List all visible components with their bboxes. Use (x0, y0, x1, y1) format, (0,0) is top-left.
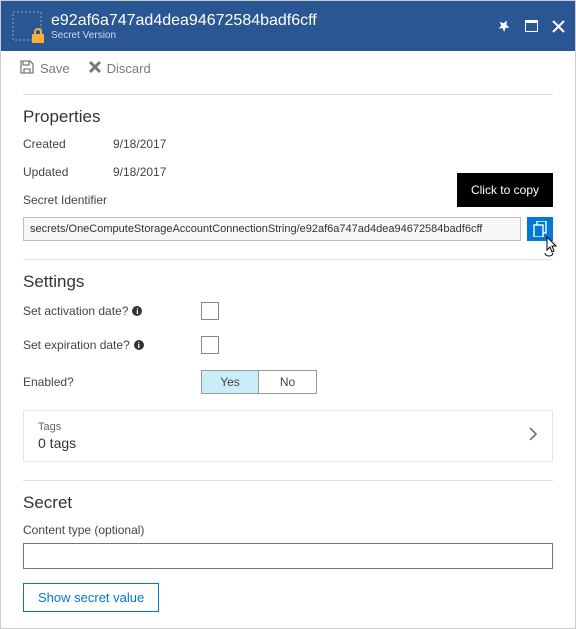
secret-identifier-input[interactable] (23, 217, 521, 241)
created-value: 9/18/2017 (113, 137, 166, 151)
copy-button[interactable] (527, 217, 553, 241)
discard-button[interactable]: Discard (88, 60, 151, 77)
activation-date-checkbox[interactable] (201, 302, 219, 320)
secret-heading: Secret (23, 493, 553, 513)
enabled-label: Enabled? (23, 375, 74, 389)
pin-icon[interactable] (497, 19, 511, 33)
discard-label: Discard (107, 61, 151, 76)
tags-label: Tags (38, 421, 76, 433)
blade-header: e92af6a747ad4dea94672584badf6cff Secret … (1, 1, 575, 51)
discard-icon (88, 60, 102, 77)
expiration-date-checkbox[interactable] (201, 336, 219, 354)
tags-count: 0 tags (38, 435, 76, 451)
settings-heading: Settings (23, 272, 553, 292)
blade-subtitle: Secret Version (51, 30, 497, 41)
command-bar: Save Discard (1, 51, 575, 86)
expiration-date-label: Set expiration date? (23, 338, 130, 352)
save-icon (19, 59, 35, 78)
divider (23, 480, 553, 481)
enabled-toggle: Yes No (201, 370, 317, 394)
activation-date-label: Set activation date? (23, 304, 128, 318)
divider (23, 94, 553, 95)
copy-icon (533, 221, 547, 237)
save-label: Save (40, 61, 70, 76)
updated-label: Updated (23, 165, 113, 179)
show-secret-button[interactable]: Show secret value (23, 583, 159, 612)
tags-card[interactable]: Tags 0 tags (23, 410, 553, 462)
info-icon[interactable]: i (132, 306, 142, 316)
info-icon[interactable]: i (134, 340, 144, 350)
divider (23, 259, 553, 260)
maximize-icon[interactable] (525, 20, 538, 32)
enabled-no-button[interactable]: No (259, 370, 317, 394)
blade-title: e92af6a747ad4dea94672584badf6cff (51, 11, 497, 30)
secret-icon (11, 10, 43, 42)
properties-heading: Properties (23, 107, 553, 127)
close-icon[interactable] (552, 20, 565, 33)
content-type-input[interactable] (23, 543, 553, 569)
chevron-right-icon (528, 426, 538, 447)
save-button[interactable]: Save (19, 59, 70, 78)
enabled-yes-button[interactable]: Yes (201, 370, 259, 394)
copy-tooltip: Click to copy (457, 173, 553, 207)
updated-value: 9/18/2017 (113, 165, 166, 179)
content-type-label: Content type (optional) (23, 523, 553, 537)
created-label: Created (23, 137, 113, 151)
